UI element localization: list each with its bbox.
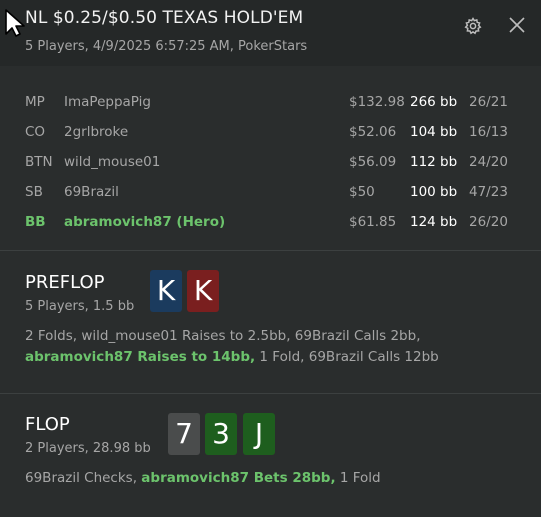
player-stack: $132.98 xyxy=(349,94,405,110)
street-subtitle: 5 Players, 1.5 bb xyxy=(25,299,135,314)
hand-title: NL $0.25/$0.50 TEXAS HOLD'EM xyxy=(25,8,304,28)
board-card: J xyxy=(243,413,275,455)
player-stack: $52.06 xyxy=(349,124,397,140)
player-position: SB xyxy=(25,184,43,200)
player-stats: 47/23 xyxy=(469,184,508,200)
street-title: PREFLOP xyxy=(25,272,105,293)
street-title: FLOP xyxy=(25,414,70,435)
player-stack: $61.85 xyxy=(349,214,397,230)
hole-card: K xyxy=(150,270,182,312)
action-text: 1 Fold xyxy=(335,470,381,486)
player-stats: 24/20 xyxy=(469,154,508,170)
street-actions: 2 Folds, wild_mouse01 Raises to 2.5bb, 6… xyxy=(25,326,525,368)
player-position: BB xyxy=(25,214,46,230)
player-position: CO xyxy=(25,124,46,140)
player-name: 2grlbroke xyxy=(64,124,129,140)
hero-action-text: abramovich87 Bets 28bb, xyxy=(141,470,336,486)
street-subtitle: 2 Players, 28.98 bb xyxy=(25,441,151,456)
player-row[interactable]: MP ImaPeppaPig $132.98 266 bb 26/21 xyxy=(0,94,541,114)
hero-player-row[interactable]: BB abramovich87 (Hero) $61.85 124 bb 26/… xyxy=(0,214,541,234)
board-card: 7 xyxy=(168,413,200,455)
player-row[interactable]: CO 2grlbroke $52.06 104 bb 16/13 xyxy=(0,124,541,144)
action-text: 69Brazil Checks, xyxy=(25,470,142,486)
player-name: abramovich87 (Hero) xyxy=(64,214,226,230)
section-divider xyxy=(0,250,541,251)
close-icon[interactable] xyxy=(507,15,527,35)
player-stack-bb: 104 bb xyxy=(410,124,458,140)
header-bar: NL $0.25/$0.50 TEXAS HOLD'EM 5 Players, … xyxy=(0,0,541,66)
hero-action-text: abramovich87 Raises to 14bb, xyxy=(25,349,256,365)
hole-card: K xyxy=(187,270,219,312)
action-text: 2 Folds, wild_mouse01 Raises to 2.5bb, 6… xyxy=(25,328,421,344)
player-row[interactable]: SB 69Brazil $50 100 bb 47/23 xyxy=(0,184,541,204)
street-actions: 69Brazil Checks, abramovich87 Bets 28bb,… xyxy=(25,468,525,489)
hand-subtitle: 5 Players, 4/9/2025 6:57:25 AM, PokerSta… xyxy=(25,39,308,54)
player-name: wild_mouse01 xyxy=(64,154,161,170)
player-position: MP xyxy=(25,94,45,110)
player-position: BTN xyxy=(25,154,53,170)
section-divider xyxy=(0,393,541,394)
player-stats: 26/20 xyxy=(469,214,508,230)
player-stack-bb: 112 bb xyxy=(410,154,458,170)
player-name: ImaPeppaPig xyxy=(64,94,151,110)
player-row[interactable]: BTN wild_mouse01 $56.09 112 bb 24/20 xyxy=(0,154,541,174)
player-stack-bb: 124 bb xyxy=(410,214,458,230)
player-stats: 26/21 xyxy=(469,94,508,110)
player-stack: $56.09 xyxy=(349,154,397,170)
player-name: 69Brazil xyxy=(64,184,119,200)
action-text: 1 Fold, 69Brazil Calls 12bb xyxy=(255,349,439,365)
player-stack: $50 xyxy=(349,184,375,200)
player-stack-bb: 266 bb xyxy=(410,94,458,110)
player-stats: 16/13 xyxy=(469,124,508,140)
player-stack-bb: 100 bb xyxy=(410,184,458,200)
board-card: 3 xyxy=(205,413,237,455)
gear-icon[interactable] xyxy=(463,16,483,36)
